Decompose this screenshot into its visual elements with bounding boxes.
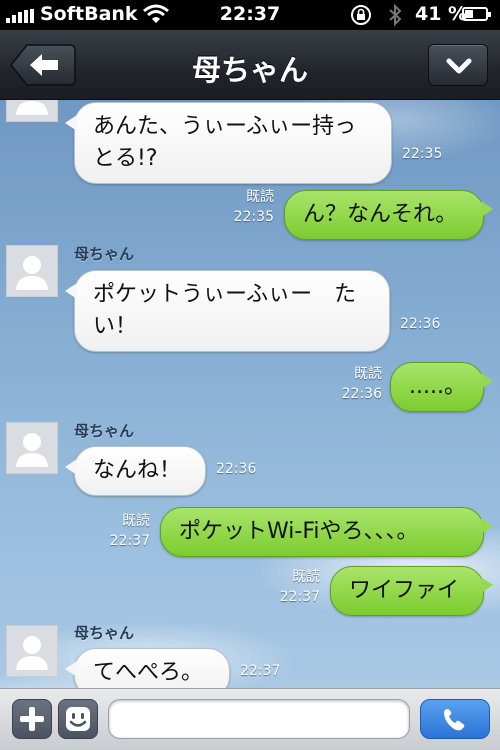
message-text-line: い！ <box>93 314 138 339</box>
message-time: 22:35 <box>402 146 443 162</box>
message-time: 22:35 <box>233 209 274 225</box>
message-bubble-incoming[interactable]: ポケットうぃーふぃー た い！ <box>65 270 390 352</box>
avatar[interactable] <box>6 245 58 297</box>
battery-percent: 41 % <box>415 3 468 25</box>
bluetooth-icon <box>389 3 402 27</box>
chat-title: 母ちゃん <box>191 53 308 87</box>
phone-icon <box>444 709 465 731</box>
user-silhouette-icon <box>16 256 48 290</box>
message-time: 22:36 <box>216 461 257 477</box>
sender-name: 母ちゃん <box>74 624 135 642</box>
user-silhouette-icon <box>16 636 48 670</box>
sticker-button[interactable] <box>58 699 98 739</box>
message-text: ん？なんそれ。 <box>303 202 458 227</box>
message-text: てへぺろ。 <box>93 660 204 685</box>
battery-icon <box>462 7 491 21</box>
message-bubble-outgoing[interactable]: ん？なんそれ。 <box>284 190 493 240</box>
message-bubble-incoming[interactable]: あんた、うぃーふぃー持っ とる!? <box>65 102 392 184</box>
user-silhouette-icon <box>16 433 48 467</box>
sender-name: 母ちゃん <box>74 422 135 440</box>
sender-name: 母ちゃん <box>74 245 135 263</box>
avatar[interactable] <box>6 422 58 474</box>
read-receipt: 既読 <box>354 366 382 382</box>
plus-icon <box>20 707 44 731</box>
message-bubble-outgoing[interactable]: ワイファイ <box>330 566 493 616</box>
message-time: 22:37 <box>240 663 281 679</box>
message-bubble-outgoing[interactable]: .....。 <box>390 362 493 412</box>
avatar[interactable] <box>6 100 58 122</box>
chat-area[interactable]: あんた、うぃーふぃー持っ とる!? 22:35 既読 22:35 ん？なんそれ。… <box>0 100 500 688</box>
read-receipt: 既読 <box>292 569 320 585</box>
input-bar <box>0 688 500 750</box>
message-text: .....。 <box>409 374 466 399</box>
message-time: 22:36 <box>341 386 382 402</box>
message-bubble-outgoing[interactable]: ポケットWi-Fiやろ、、、。 <box>160 507 493 557</box>
smiley-icon <box>66 707 90 731</box>
message-text-line: ポケットうぃーふぃー た <box>93 282 357 307</box>
read-receipt: 既読 <box>246 189 274 205</box>
message-time: 22:37 <box>279 589 320 605</box>
menu-dropdown-button[interactable] <box>428 44 488 86</box>
call-button[interactable] <box>420 699 490 739</box>
avatar[interactable] <box>6 625 58 677</box>
message-bubble-incoming[interactable]: てへぺろ。 <box>65 648 230 688</box>
user-silhouette-icon <box>16 101 48 115</box>
message-text-line: あんた、うぃーふぃー持っ <box>93 114 357 139</box>
rotation-lock-icon <box>351 5 371 25</box>
message-text: なんね！ <box>93 458 182 483</box>
message-time: 22:36 <box>400 316 441 332</box>
message-text: ワイファイ <box>349 578 460 603</box>
nav-bar: 母ちゃん <box>0 30 500 100</box>
chevron-down-icon <box>446 58 472 74</box>
message-time: 22:37 <box>109 533 150 549</box>
read-receipt: 既読 <box>122 513 150 529</box>
status-bar: SoftBank 22:37 41 % <box>0 0 500 30</box>
message-input[interactable] <box>108 699 410 739</box>
message-text-line: とる!? <box>93 146 158 171</box>
message-bubble-incoming[interactable]: なんね！ <box>65 446 206 496</box>
message-text: ポケットWi-Fiやろ、、、。 <box>179 519 419 544</box>
add-attachment-button[interactable] <box>12 699 52 739</box>
